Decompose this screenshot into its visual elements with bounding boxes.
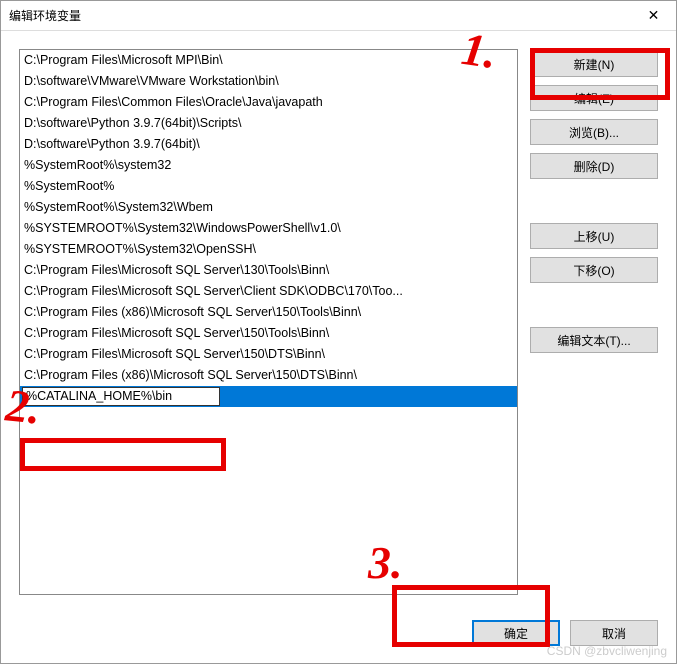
- delete-button[interactable]: 删除(D): [530, 153, 658, 179]
- list-item[interactable]: D:\software\Python 3.9.7(64bit)\Scripts\: [20, 113, 517, 134]
- path-edit-input[interactable]: [22, 387, 220, 406]
- list-item[interactable]: %SystemRoot%: [20, 176, 517, 197]
- spacer: [530, 291, 658, 319]
- list-item[interactable]: C:\Program Files\Microsoft SQL Server\15…: [20, 344, 517, 365]
- content-area: C:\Program Files\Microsoft MPI\Bin\D:\so…: [1, 31, 676, 613]
- list-item[interactable]: C:\Program Files\Microsoft SQL Server\13…: [20, 260, 517, 281]
- edit-button[interactable]: 编辑(E): [530, 85, 658, 111]
- list-item[interactable]: C:\Program Files\Microsoft SQL Server\Cl…: [20, 281, 517, 302]
- edit-text-button[interactable]: 编辑文本(T)...: [530, 327, 658, 353]
- new-button[interactable]: 新建(N): [530, 51, 658, 77]
- list-item[interactable]: %SYSTEMROOT%\System32\WindowsPowerShell\…: [20, 218, 517, 239]
- annotation-label-1: 1.: [458, 22, 500, 79]
- annotation-label-2: 2.: [3, 378, 43, 434]
- dialog-title: 编辑环境变量: [9, 7, 631, 24]
- left-column: C:\Program Files\Microsoft MPI\Bin\D:\so…: [19, 49, 518, 595]
- button-column: 新建(N) 编辑(E) 浏览(B)... 删除(D) 上移(U) 下移(O) 编…: [530, 49, 658, 595]
- titlebar: 编辑环境变量 ✕: [1, 1, 676, 31]
- list-item[interactable]: C:\Program Files\Microsoft SQL Server\15…: [20, 323, 517, 344]
- annotation-label-3: 3.: [368, 536, 403, 589]
- list-item[interactable]: C:\Program Files (x86)\Microsoft SQL Ser…: [20, 302, 517, 323]
- path-listbox[interactable]: C:\Program Files\Microsoft MPI\Bin\D:\so…: [19, 49, 518, 595]
- list-item[interactable]: %SystemRoot%\system32: [20, 155, 517, 176]
- browse-button[interactable]: 浏览(B)...: [530, 119, 658, 145]
- watermark: CSDN @zbvcliwenjing: [547, 644, 667, 658]
- list-item[interactable]: C:\Program Files\Common Files\Oracle\Jav…: [20, 92, 517, 113]
- move-down-button[interactable]: 下移(O): [530, 257, 658, 283]
- list-item[interactable]: D:\software\Python 3.9.7(64bit)\: [20, 134, 517, 155]
- spacer: [530, 187, 658, 215]
- close-button[interactable]: ✕: [631, 1, 676, 31]
- list-item[interactable]: C:\Program Files\Microsoft MPI\Bin\: [20, 50, 517, 71]
- list-item[interactable]: D:\software\VMware\VMware Workstation\bi…: [20, 71, 517, 92]
- close-icon: ✕: [648, 7, 660, 24]
- list-item[interactable]: C:\Program Files (x86)\Microsoft SQL Ser…: [20, 365, 517, 386]
- dialog-window: 编辑环境变量 ✕ C:\Program Files\Microsoft MPI\…: [0, 0, 677, 664]
- list-item[interactable]: %SystemRoot%\System32\Wbem: [20, 197, 517, 218]
- move-up-button[interactable]: 上移(U): [530, 223, 658, 249]
- cancel-button[interactable]: 取消: [570, 620, 658, 646]
- ok-button[interactable]: 确定: [472, 620, 560, 646]
- list-item[interactable]: %SYSTEMROOT%\System32\OpenSSH\: [20, 239, 517, 260]
- list-item[interactable]: [20, 386, 517, 407]
